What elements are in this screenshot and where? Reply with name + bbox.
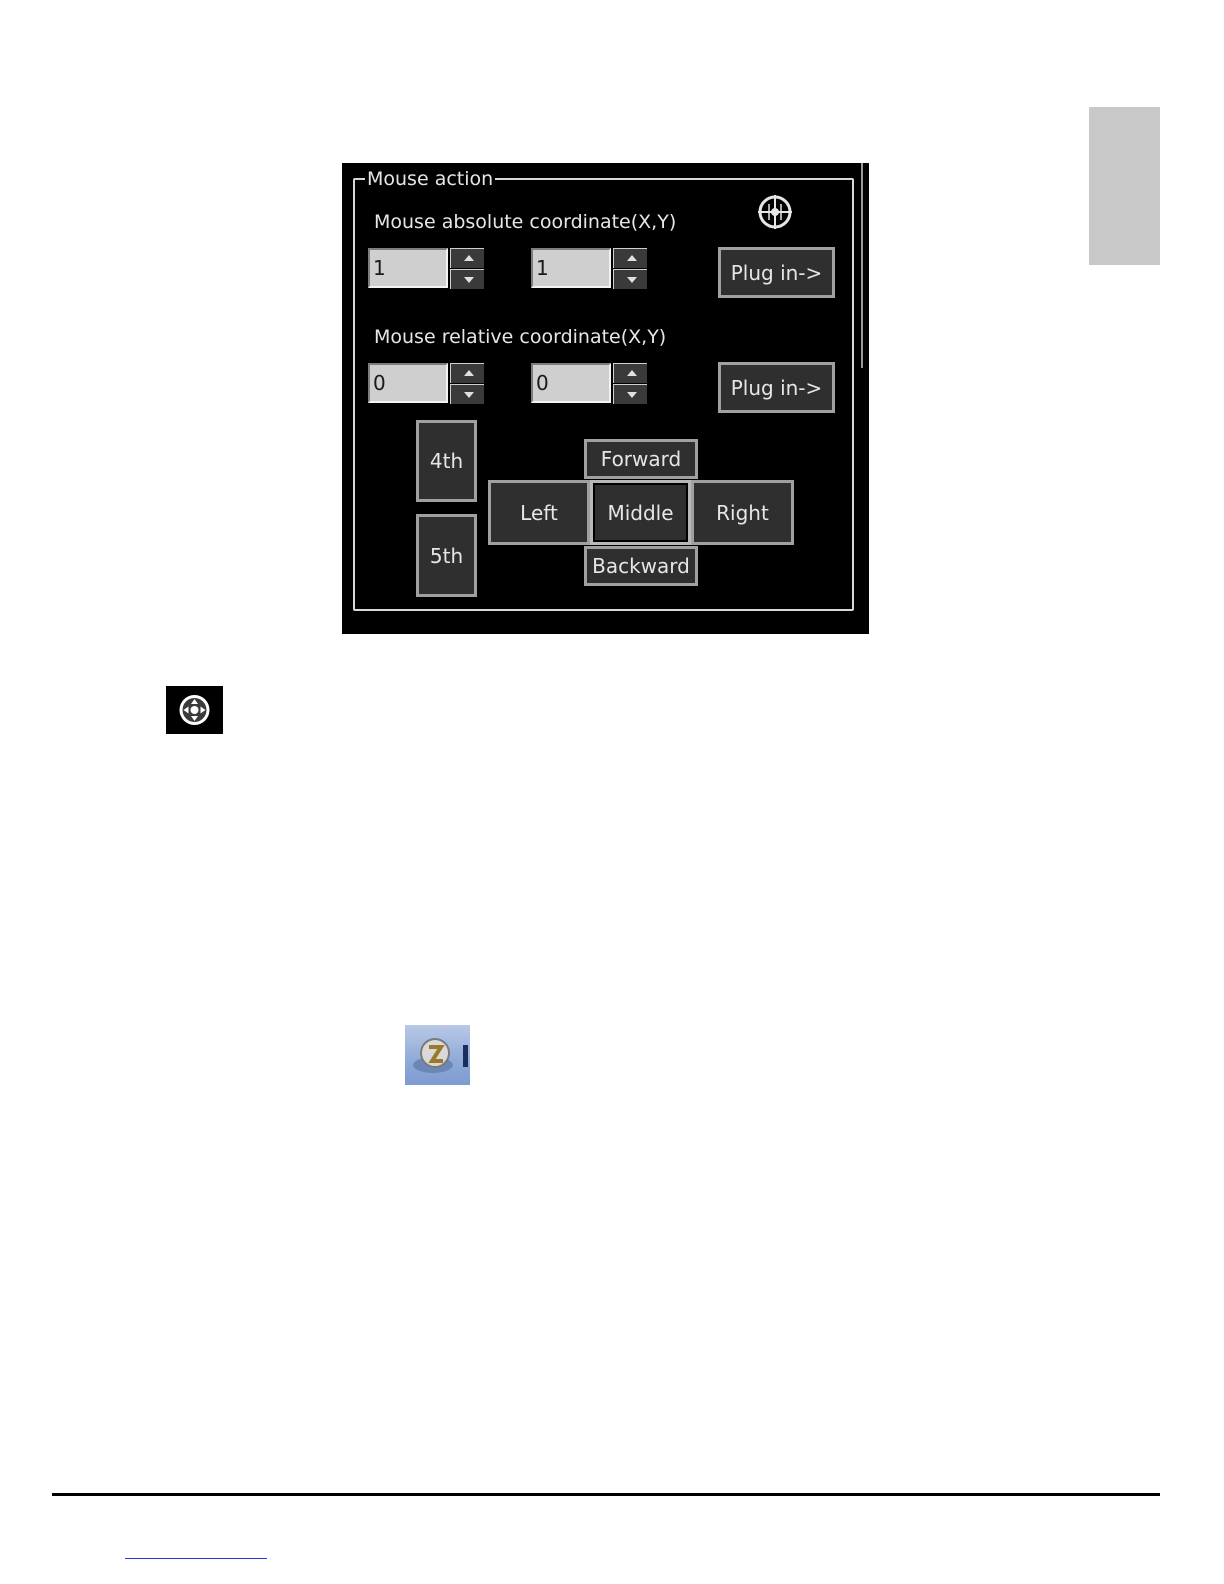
absolute-plug-in-button[interactable]: Plug in-> [718, 247, 835, 298]
relative-coordinate-label: Mouse relative coordinate(X,Y) [374, 326, 667, 348]
absolute-x-down-button[interactable] [450, 269, 484, 289]
left-button[interactable]: Left [488, 480, 590, 545]
relative-y-down-button[interactable] [613, 384, 647, 404]
absolute-y-stepper [613, 248, 647, 290]
absolute-coordinate-label: Mouse absolute coordinate(X,Y) [374, 211, 677, 233]
absolute-y-field[interactable]: 1 [531, 248, 611, 288]
section-side-tab [1089, 107, 1160, 265]
mouse-action-icon [166, 686, 223, 734]
backward-button[interactable]: Backward [584, 546, 698, 586]
crosshair-icon [758, 195, 792, 229]
relative-x-up-button[interactable] [450, 363, 484, 383]
absolute-y-up-button[interactable] [613, 248, 647, 268]
panel-scrollbar[interactable] [861, 163, 869, 368]
relative-y-stepper [613, 363, 647, 405]
relative-x-stepper [450, 363, 484, 405]
relative-y-spinner: 0 [531, 363, 649, 405]
app-icon [405, 1025, 470, 1085]
absolute-x-up-button[interactable] [450, 248, 484, 268]
absolute-x-stepper [450, 248, 484, 290]
relative-y-up-button[interactable] [613, 363, 647, 383]
relative-plug-in-button[interactable]: Plug in-> [718, 362, 835, 413]
absolute-x-field[interactable]: 1 [368, 248, 448, 288]
forward-button[interactable]: Forward [584, 439, 698, 479]
right-button[interactable]: Right [691, 480, 794, 545]
fifth-button[interactable]: 5th [416, 514, 477, 597]
footer-link-underline[interactable] [125, 1558, 267, 1559]
group-title: Mouse action [365, 168, 496, 190]
footer-rule [52, 1493, 1160, 1496]
panel-edge [861, 368, 869, 634]
relative-x-field[interactable]: 0 [368, 363, 448, 403]
absolute-y-spinner: 1 [531, 248, 649, 290]
relative-y-field[interactable]: 0 [531, 363, 611, 403]
fourth-button[interactable]: 4th [416, 420, 477, 502]
absolute-x-spinner: 1 [368, 248, 486, 290]
absolute-y-down-button[interactable] [613, 269, 647, 289]
relative-x-down-button[interactable] [450, 384, 484, 404]
mouse-action-panel: Mouse action Mouse absolute coordinate(X… [342, 163, 869, 634]
middle-button[interactable]: Middle [590, 480, 691, 545]
relative-x-spinner: 0 [368, 363, 486, 405]
